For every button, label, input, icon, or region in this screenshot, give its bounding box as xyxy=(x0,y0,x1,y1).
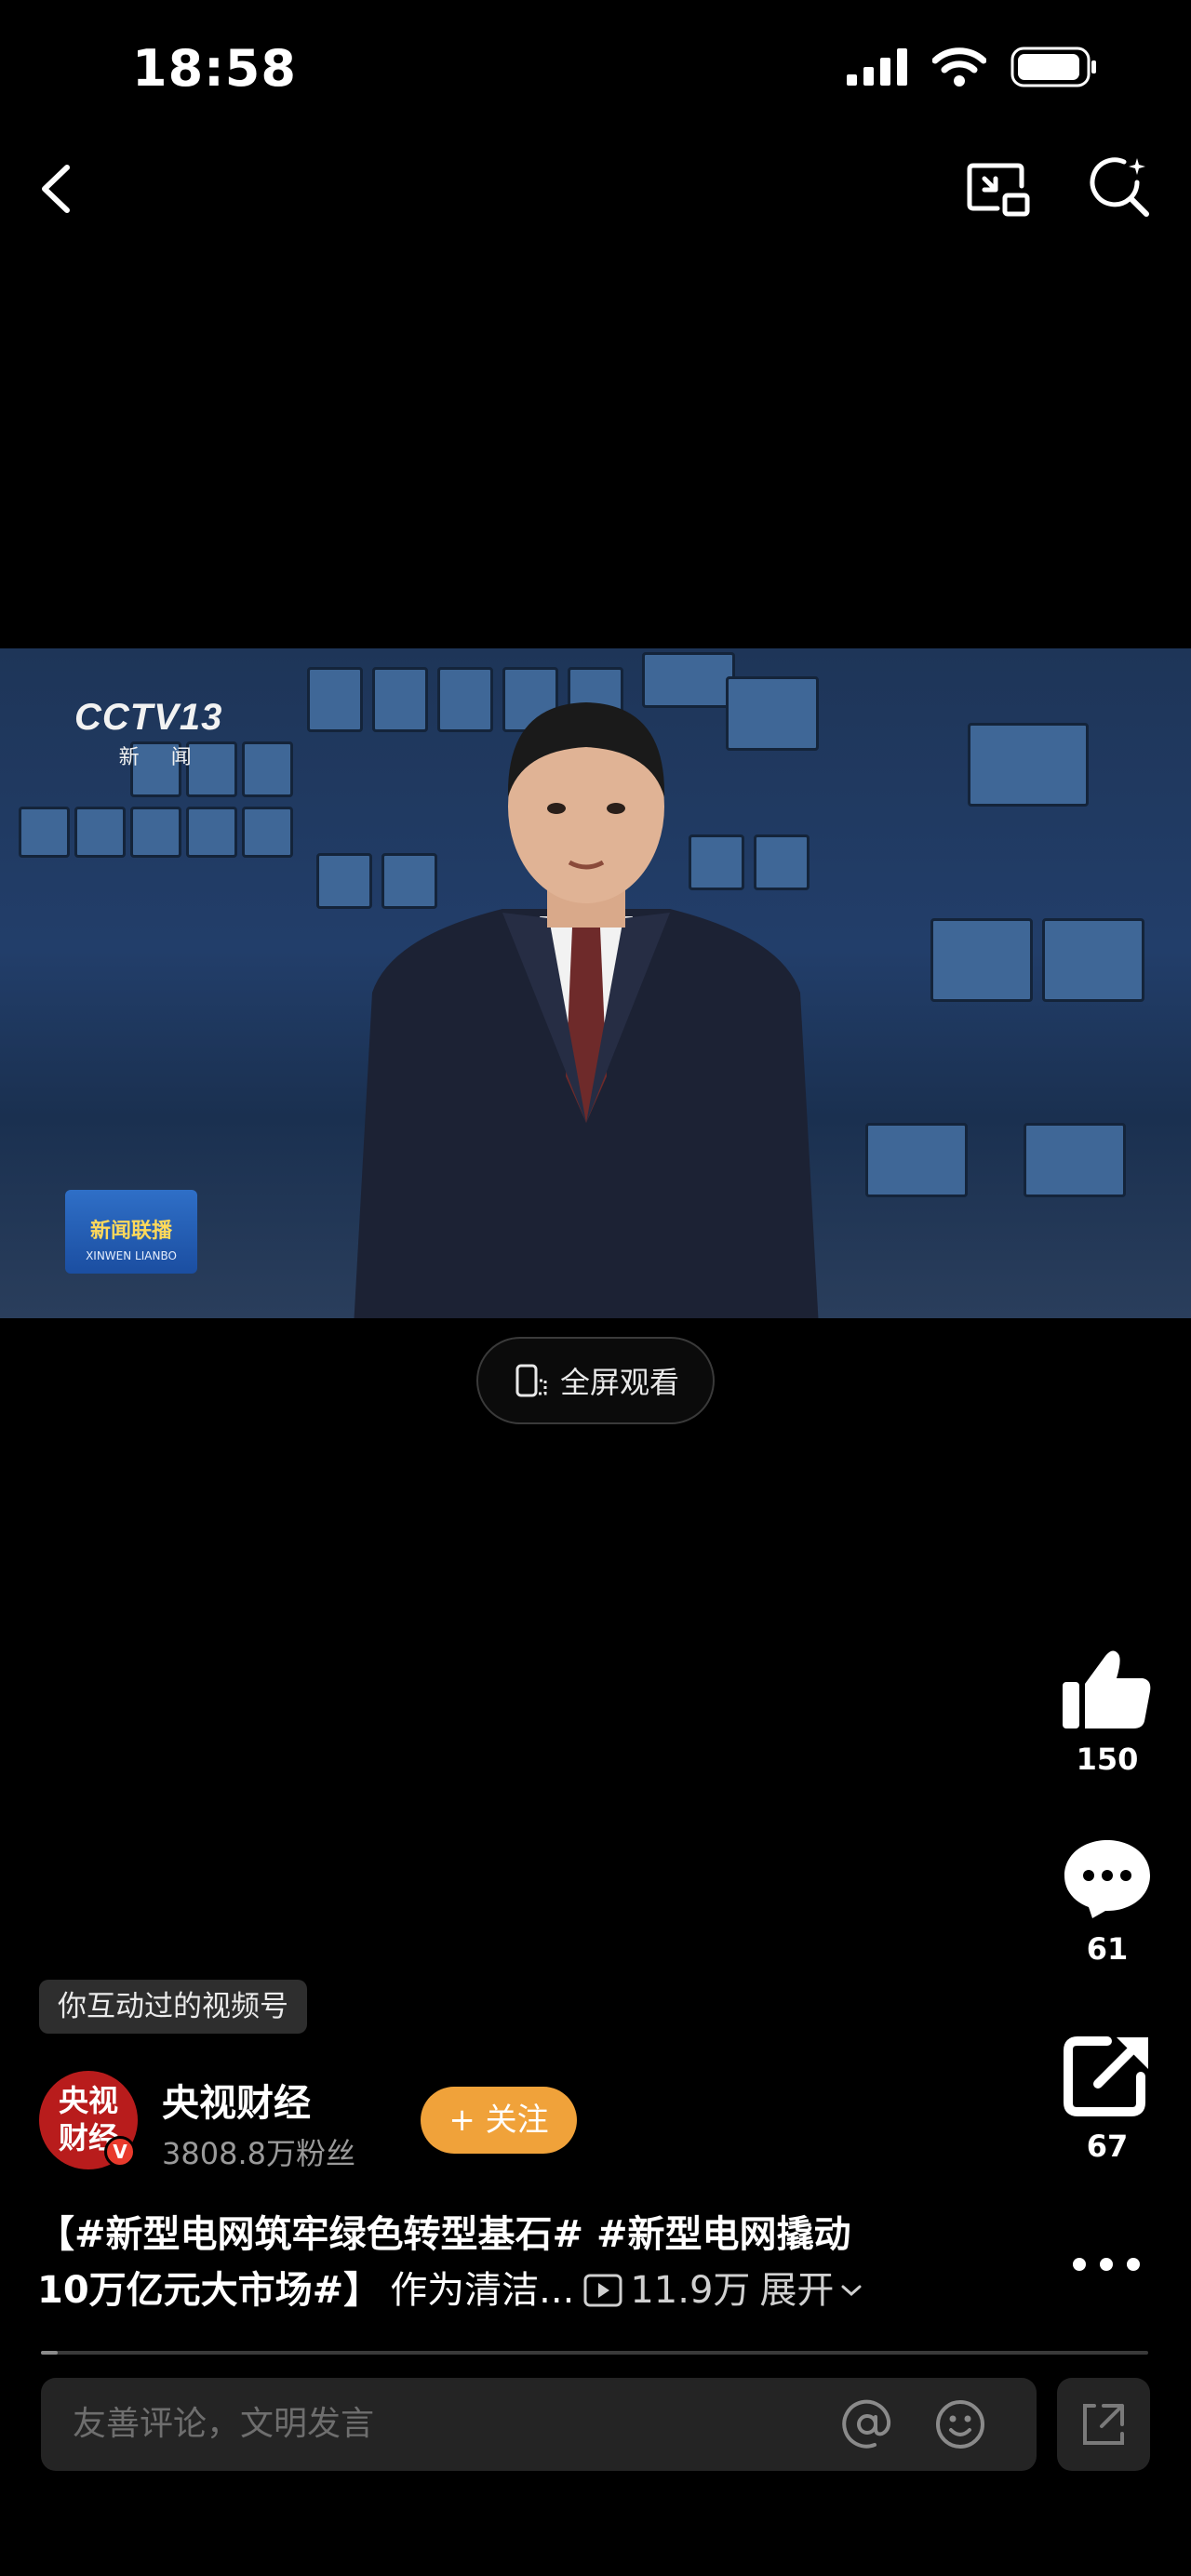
picture-in-picture-icon xyxy=(967,163,1030,217)
studio-screen xyxy=(186,807,237,858)
view-count: 11.9万 xyxy=(583,2262,750,2318)
comment-bubble-icon xyxy=(1064,1840,1150,1918)
status-time: 18:58 xyxy=(132,39,297,98)
rotate-phone-icon xyxy=(515,1364,547,1397)
share-icon xyxy=(1064,2036,1148,2116)
verified-icon: V xyxy=(104,2136,136,2168)
status-bar: 18:58 xyxy=(0,0,1191,140)
studio-screen xyxy=(19,807,70,858)
studio-screen xyxy=(865,1123,968,1197)
interacted-channel-badge: 你互动过的视频号 xyxy=(39,1980,307,2034)
studio-screen xyxy=(242,741,293,797)
thumbs-up-icon xyxy=(1063,1650,1151,1728)
play-count-icon xyxy=(583,2274,622,2307)
caption-line-1: 【#新型电网筑牢绿色转型基石# #新型电网撬动 xyxy=(37,2213,851,2256)
comment-count: 61 xyxy=(1086,1931,1129,1967)
follower-count: 3808.8万粉丝 xyxy=(162,2136,355,2171)
studio-screen xyxy=(1042,918,1144,1002)
channel-logo: CCTV13 新 闻 xyxy=(74,697,222,770)
news-anchor xyxy=(354,702,819,1318)
video-player[interactable]: CCTV13 新 闻 新闻联播 XINWEN LIANBO xyxy=(0,648,1191,1318)
caption-tail: 作为清洁... xyxy=(390,2269,575,2312)
channel-logo-text: CCTV13 xyxy=(74,697,223,738)
studio-screen xyxy=(74,807,126,858)
video-progress-bar[interactable] xyxy=(41,2351,1148,2355)
search-icon xyxy=(1090,157,1149,217)
battery-icon xyxy=(1010,47,1096,87)
channel-logo-sub: 新 闻 xyxy=(118,745,205,768)
account-name[interactable]: 央视财经 xyxy=(162,2073,311,2127)
expand-comment-button[interactable] xyxy=(1057,2378,1150,2471)
fullscreen-label: 全屏观看 xyxy=(559,1365,679,1400)
signal-icon xyxy=(847,48,907,86)
program-logo: 新闻联播 XINWEN LIANBO xyxy=(65,1190,197,1274)
studio-screen xyxy=(1024,1123,1126,1197)
chevron-left-icon xyxy=(42,165,70,213)
caption-line-2: 10万亿元大市场#】 作为清洁... 11.9万 展开 xyxy=(37,2262,968,2318)
chevron-down-icon xyxy=(841,2285,862,2297)
share-count: 67 xyxy=(1086,2129,1129,2164)
at-mention-icon[interactable] xyxy=(841,2398,893,2450)
wifi-icon xyxy=(932,47,986,87)
more-dots-icon xyxy=(1073,2258,1140,2271)
share-button[interactable]: 67 xyxy=(1055,2034,1159,2164)
studio-screen xyxy=(930,918,1033,1002)
video-caption[interactable]: 【#新型电网筑牢绿色转型基石# #新型电网撬动 10万亿元大市场#】 作为清洁.… xyxy=(37,2207,968,2318)
status-icons xyxy=(847,47,1098,87)
expand-caption-button[interactable]: 展开 xyxy=(759,2262,863,2318)
caption-topic: 10万亿元大市场#】 xyxy=(37,2269,381,2312)
more-options-button[interactable] xyxy=(1064,2246,1148,2283)
emoji-icon[interactable] xyxy=(934,2398,986,2450)
avatar[interactable]: 央视财经 V xyxy=(39,2071,138,2169)
expand-icon xyxy=(1083,2404,1124,2445)
studio-screen xyxy=(130,807,181,858)
comment-input[interactable]: 友善评论，文明发言 xyxy=(41,2378,1037,2471)
comment-placeholder: 友善评论，文明发言 xyxy=(73,2405,375,2443)
like-count: 150 xyxy=(1076,1742,1139,1777)
video-progress-fill xyxy=(41,2351,58,2355)
back-button[interactable] xyxy=(28,156,84,221)
program-logo-sub: XINWEN LIANBO xyxy=(86,1249,177,1262)
picture-in-picture-button[interactable] xyxy=(964,156,1033,221)
like-button[interactable]: 150 xyxy=(1055,1647,1159,1777)
studio-screen xyxy=(242,807,293,858)
expand-label: 展开 xyxy=(759,2269,835,2312)
program-logo-title: 新闻联播 xyxy=(89,1220,172,1243)
fullscreen-button[interactable]: 全屏观看 xyxy=(476,1337,715,1424)
studio-screen xyxy=(968,723,1089,807)
comment-button[interactable]: 61 xyxy=(1055,1836,1159,1967)
follow-button[interactable]: + 关注 xyxy=(421,2087,577,2154)
view-count-text: 11.9万 xyxy=(630,2269,751,2312)
search-button[interactable] xyxy=(1089,154,1154,221)
